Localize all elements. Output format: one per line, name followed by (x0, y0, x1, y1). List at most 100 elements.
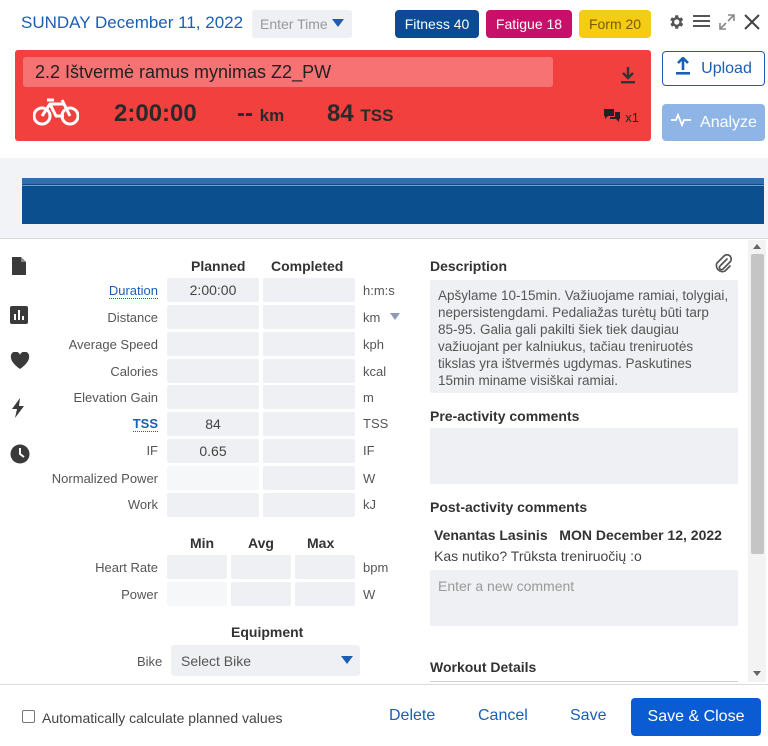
workout-details-heading: Workout Details (430, 659, 537, 675)
new-comment-input[interactable]: Enter a new comment (430, 570, 738, 626)
work-planned-input[interactable] (167, 493, 259, 517)
heart-rate-min-input[interactable] (167, 555, 227, 579)
normalized-power-label: Normalized Power (51, 471, 158, 486)
scroll-down-icon[interactable] (753, 671, 761, 676)
calories-label: Calories (110, 364, 158, 379)
if-label: IF (146, 443, 158, 458)
workout-date: SUNDAY December 11, 2022 (21, 13, 244, 32)
power-label: Power (121, 587, 158, 602)
duration-label[interactable]: Duration (108, 283, 158, 299)
chevron-down-icon (332, 19, 344, 27)
description-text[interactable]: Apšylame 10-15min. Važiuojame ramiai, to… (430, 280, 738, 393)
work-completed-input[interactable] (263, 493, 355, 517)
elevation-gain-planned-input[interactable] (167, 385, 259, 409)
time-select[interactable]: Enter Time (252, 10, 352, 38)
fatigue-badge: Fatigue 18 (486, 10, 572, 38)
heart-rate-label: Heart Rate (95, 560, 158, 575)
distance-value: -- (237, 100, 253, 127)
heart-icon[interactable] (10, 351, 30, 372)
auto-calculate-label[interactable]: Automatically calculate planned values (42, 710, 282, 726)
chevron-down-icon (341, 656, 353, 664)
pre-activity-comment-input[interactable] (430, 428, 738, 484)
distance-unit: km (259, 106, 285, 125)
if-planned-input[interactable]: 0.65 (167, 439, 259, 463)
cancel-button[interactable]: Cancel (478, 707, 528, 725)
power-unit: W (363, 587, 376, 602)
distance-planned-input[interactable] (167, 305, 259, 329)
upload-icon (675, 56, 691, 80)
download-icon[interactable] (620, 66, 636, 84)
workout-structure-line (22, 185, 764, 186)
upload-label: Upload (701, 59, 752, 77)
document-icon[interactable] (10, 256, 30, 276)
upload-button[interactable]: Upload (662, 51, 765, 86)
expand-icon[interactable] (717, 13, 737, 33)
auto-calculate-checkbox[interactable] (22, 710, 35, 723)
post-activity-heading: Post-activity comments (430, 499, 588, 515)
save-button[interactable]: Save (570, 707, 606, 725)
completed-column-header: Completed (271, 258, 344, 274)
elevation-gain-label: Elevation Gain (73, 390, 158, 405)
tss-completed-input[interactable] (263, 412, 355, 436)
comment-date: MON December 12, 2022 (559, 527, 722, 543)
comments-indicator[interactable]: x1 (603, 108, 639, 126)
work-unit: kJ (363, 497, 376, 512)
clock-icon[interactable] (10, 444, 30, 464)
heart-rate-avg-input[interactable] (231, 555, 291, 579)
equipment-heading: Equipment (231, 624, 304, 640)
normalized-power-unit: W (363, 471, 376, 486)
divider (430, 681, 738, 682)
save-close-button[interactable]: Save & Close (631, 698, 761, 736)
gear-icon[interactable] (666, 13, 686, 33)
scroll-up-icon[interactable] (753, 244, 761, 249)
form-badge: Form 20 (579, 10, 651, 38)
power-max-input[interactable] (295, 582, 355, 606)
if-unit: IF (363, 443, 375, 458)
comments-icon (603, 108, 621, 126)
normalized-power-planned-input[interactable] (167, 466, 259, 490)
workout-duration: 2:00:00 (114, 100, 197, 127)
lightning-icon[interactable] (10, 398, 30, 418)
calories-planned-input[interactable] (167, 359, 259, 383)
average-speed-label: Average Speed (68, 337, 158, 352)
pre-activity-heading: Pre-activity comments (430, 408, 580, 424)
analyze-button[interactable]: Analyze (662, 104, 765, 141)
workout-bar: 2.2 Ištvermė ramus mynimas Z2_PW 2:00:00… (15, 50, 651, 141)
menu-icon[interactable] (691, 13, 711, 33)
heart-rate-max-input[interactable] (295, 555, 355, 579)
description-heading: Description (430, 258, 508, 274)
bike-icon (32, 96, 80, 131)
average-speed-completed-input[interactable] (263, 332, 355, 356)
distance-completed-input[interactable] (263, 305, 355, 329)
divider (0, 238, 768, 239)
bike-select[interactable]: Select Bike (171, 645, 360, 676)
tss-label[interactable]: TSS (132, 416, 158, 432)
planned-column-header: Planned (191, 258, 246, 274)
max-column-header: Max (307, 535, 335, 551)
if-completed-input[interactable] (263, 439, 355, 463)
chevron-down-icon[interactable] (390, 313, 400, 320)
power-min-input[interactable] (167, 582, 227, 606)
average-speed-planned-input[interactable] (167, 332, 259, 356)
duration-planned-input[interactable]: 2:00:00 (167, 278, 259, 302)
elevation-gain-unit: m (363, 390, 374, 405)
close-icon[interactable] (742, 13, 762, 33)
comment-author: Venantas Lasinis (434, 527, 548, 543)
workout-title[interactable]: 2.2 Ištvermė ramus mynimas Z2_PW (23, 57, 553, 87)
duration-completed-input[interactable] (263, 278, 355, 302)
tss-planned-input[interactable]: 84 (167, 412, 259, 436)
power-avg-input[interactable] (231, 582, 291, 606)
bar-chart-icon[interactable] (10, 306, 30, 326)
normalized-power-completed-input[interactable] (263, 466, 355, 490)
scrollbar-thumb[interactable] (751, 254, 764, 554)
elevation-gain-completed-input[interactable] (263, 385, 355, 409)
paperclip-icon[interactable] (713, 253, 733, 278)
calories-completed-input[interactable] (263, 359, 355, 383)
distance-unit-select[interactable]: km (363, 310, 380, 325)
comment-text: Kas nutiko? Trūksta treniruočių :o (434, 548, 642, 564)
workout-distance: -- km (237, 100, 284, 128)
pulse-icon (670, 112, 692, 132)
delete-button[interactable]: Delete (389, 707, 435, 725)
bike-label: Bike (137, 654, 163, 669)
bike-select-value: Select Bike (181, 653, 252, 669)
